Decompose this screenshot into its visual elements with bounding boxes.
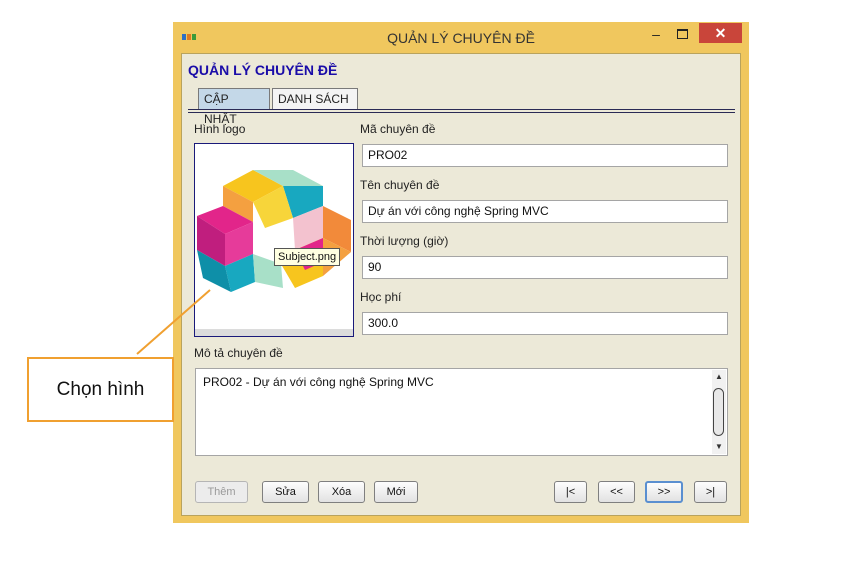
ma-chuyen-de-label: Mã chuyên đề <box>360 122 436 136</box>
next-record-button[interactable]: >> <box>645 481 683 503</box>
mo-ta-label: Mô tả chuyên đề <box>194 346 283 360</box>
them-button[interactable]: Thêm <box>195 481 248 503</box>
vertical-scrollbar[interactable]: ▲ ▼ <box>712 370 726 454</box>
tab-danh-sach[interactable]: DANH SÁCH <box>272 88 358 109</box>
close-button[interactable]: ✕ <box>699 23 742 43</box>
maximize-button[interactable] <box>671 25 693 45</box>
tab-divider <box>188 109 735 110</box>
annotation-callout: Chọn hình <box>27 357 174 422</box>
sua-button[interactable]: Sửa <box>262 481 309 503</box>
prev-record-button[interactable]: << <box>598 481 635 503</box>
scroll-down-icon[interactable]: ▼ <box>712 440 726 454</box>
last-record-button[interactable]: >| <box>694 481 727 503</box>
xoa-button[interactable]: Xóa <box>318 481 365 503</box>
hoc-phi-label: Học phí <box>360 290 402 304</box>
tab-divider-2 <box>188 112 735 113</box>
ten-chuyen-de-input[interactable]: Dự án với công nghệ Spring MVC <box>362 200 728 223</box>
thoi-luong-label: Thời lượng (giờ) <box>360 234 449 248</box>
thoi-luong-input[interactable]: 90 <box>362 256 728 279</box>
logo-image-picker[interactable]: Subject.png <box>194 143 354 337</box>
hoc-phi-input[interactable]: 300.0 <box>362 312 728 335</box>
logo-label: Hình logo <box>194 122 246 136</box>
title-bar[interactable]: QUẢN LÝ CHUYÊN ĐỀ – ✕ <box>173 22 749 52</box>
minimize-button[interactable]: – <box>645 25 667 45</box>
main-window: QUẢN LÝ CHUYÊN ĐỀ – ✕ QUẢN LÝ CHUYÊN ĐỀ … <box>173 22 749 523</box>
form-heading: QUẢN LÝ CHUYÊN ĐỀ <box>188 62 338 78</box>
form-panel: QUẢN LÝ CHUYÊN ĐỀ CẬP NHẬT DANH SÁCH Hìn… <box>181 53 741 516</box>
filename-tooltip: Subject.png <box>274 248 341 266</box>
scroll-up-icon[interactable]: ▲ <box>712 370 726 384</box>
mo-ta-textarea[interactable]: PRO02 - Dự án với công nghệ Spring MVC ▲… <box>195 368 728 456</box>
ten-chuyen-de-label: Tên chuyên đề <box>360 178 440 192</box>
logo-image <box>197 170 351 292</box>
first-record-button[interactable]: |< <box>554 481 587 503</box>
tab-cap-nhat[interactable]: CẬP NHẬT <box>198 88 270 126</box>
moi-button[interactable]: Mới <box>374 481 418 503</box>
ma-chuyen-de-input[interactable]: PRO02 <box>362 144 728 167</box>
scroll-thumb[interactable] <box>713 388 724 436</box>
mo-ta-text: PRO02 - Dự án với công nghệ Spring MVC <box>203 375 434 389</box>
logo-footer-strip <box>195 329 353 336</box>
